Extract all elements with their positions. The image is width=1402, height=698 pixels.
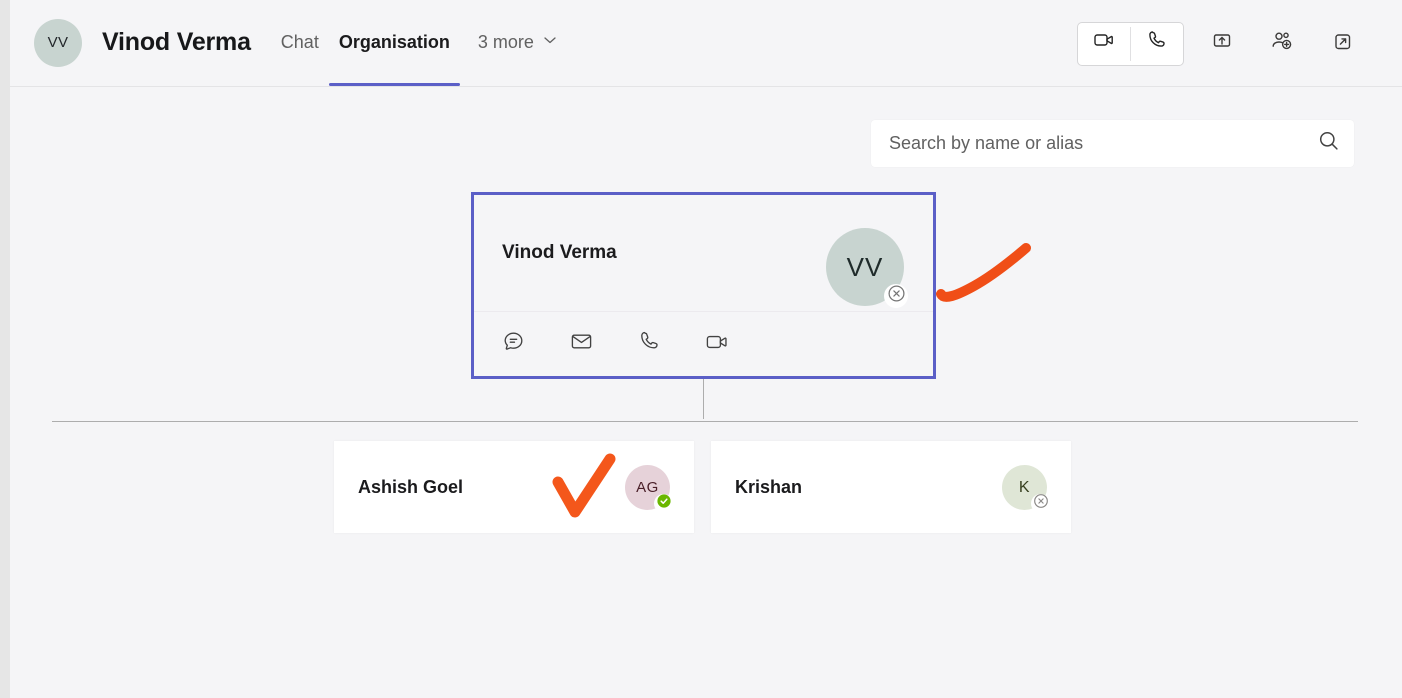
- org-node-root-header: Vinod Verma VV: [474, 195, 933, 312]
- status-badge: [1031, 494, 1050, 513]
- add-people-icon: [1270, 29, 1294, 58]
- pop-out-button[interactable]: [1320, 22, 1364, 66]
- offline-icon: [1033, 493, 1049, 514]
- status-badge: [884, 284, 908, 308]
- chart-connector-horizontal: [52, 421, 1358, 422]
- status-badge: [654, 494, 673, 513]
- share-button[interactable]: [1200, 22, 1244, 66]
- page-title: Vinod Verma: [102, 27, 251, 56]
- tab-more-dropdown[interactable]: 3 more: [478, 32, 558, 53]
- header-identity: VV Vinod Verma Chat Organisation 3 more: [34, 0, 558, 87]
- app-header: VV Vinod Verma Chat Organisation 3 more: [10, 0, 1402, 87]
- org-node-root[interactable]: Vinod Verma VV: [471, 192, 936, 379]
- org-node-child-avatar-wrap: AG: [625, 465, 673, 513]
- header-actions: [1077, 0, 1364, 87]
- org-node-root-actions: [474, 312, 933, 376]
- available-icon: [656, 493, 672, 514]
- call-button[interactable]: [630, 325, 668, 363]
- email-button[interactable]: [562, 325, 600, 363]
- video-call-icon: [1092, 28, 1116, 57]
- org-node-child-avatar-wrap: K: [1002, 465, 1050, 513]
- chevron-down-icon: [542, 32, 558, 53]
- video-call-button[interactable]: [698, 325, 736, 363]
- audio-call-button[interactable]: [1131, 23, 1183, 63]
- avatar: VV: [34, 18, 82, 67]
- call-icon: [637, 329, 662, 359]
- tab-organisation[interactable]: Organisation: [328, 0, 460, 86]
- org-node-child-name: Krishan: [735, 476, 803, 497]
- pop-out-icon: [1331, 30, 1354, 58]
- video-icon: [704, 329, 730, 360]
- chat-button[interactable]: [494, 325, 532, 363]
- organisation-chart: Vinod Verma VV Ashish Goel AG Krishan K: [10, 88, 1402, 698]
- tab-bar: Chat Organisation 3 more: [271, 0, 558, 87]
- share-icon: [1211, 30, 1233, 57]
- chat-icon: [501, 329, 526, 359]
- call-button-group: [1077, 21, 1184, 66]
- window-left-edge: [0, 0, 10, 698]
- org-node-root-name: Vinod Verma: [502, 242, 617, 263]
- org-node-root-avatar-wrap: VV: [826, 228, 908, 308]
- mail-icon: [569, 329, 594, 359]
- chart-connector-vertical: [703, 373, 704, 419]
- audio-call-icon: [1145, 28, 1169, 57]
- offline-icon: [887, 284, 906, 308]
- org-node-child-name: Ashish Goel: [358, 476, 464, 497]
- tab-chat[interactable]: Chat: [271, 0, 329, 86]
- add-people-button[interactable]: [1260, 22, 1304, 66]
- video-call-button[interactable]: [1078, 23, 1130, 63]
- tab-more-label: 3 more: [477, 32, 534, 52]
- org-node-child[interactable]: Krishan K: [711, 441, 1071, 533]
- org-node-child[interactable]: Ashish Goel AG: [334, 441, 694, 533]
